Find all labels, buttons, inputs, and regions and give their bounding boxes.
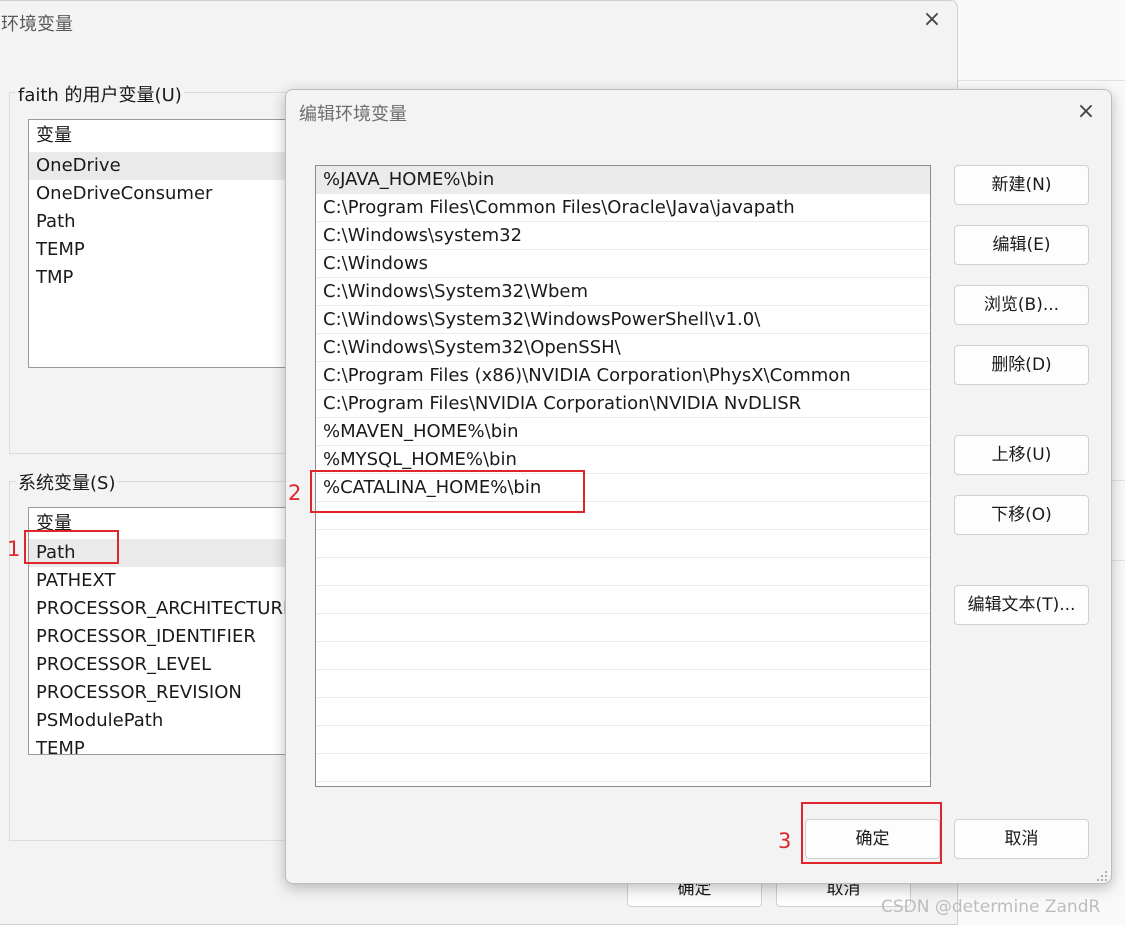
browse-button[interactable]: 浏览(B)... (954, 285, 1089, 325)
list-item[interactable]: OneDrive (29, 152, 302, 180)
user-vars-list[interactable]: 变量 OneDrive OneDriveConsumer Path TEMP T… (28, 119, 303, 368)
empty-path-row[interactable] (316, 642, 930, 670)
resize-grip-icon[interactable] (1096, 870, 1108, 882)
path-entry[interactable]: C:\Program Files\NVIDIA Corporation\NVID… (316, 390, 930, 418)
cancel-button[interactable]: 取消 (954, 819, 1089, 859)
path-entry[interactable]: C:\Windows\System32\OpenSSH\ (316, 334, 930, 362)
empty-path-row[interactable] (316, 530, 930, 558)
empty-path-row[interactable] (316, 726, 930, 754)
system-vars-group-label: 系统变量(S) (16, 469, 118, 495)
close-icon[interactable]: × (1068, 96, 1104, 128)
list-item[interactable]: PROCESSOR_REVISION (29, 679, 302, 707)
annotation-box-1 (24, 530, 119, 564)
path-entry[interactable]: C:\Windows (316, 250, 930, 278)
list-item[interactable]: PATHEXT (29, 567, 302, 595)
annotation-step-3: 3 (778, 829, 792, 853)
dialog-title: 编辑环境变量 (299, 104, 407, 125)
list-item[interactable]: PROCESSOR_IDENTIFIER (29, 623, 302, 651)
move-up-button[interactable]: 上移(U) (954, 435, 1089, 475)
list-item[interactable]: TEMP (29, 735, 302, 754)
path-entry[interactable]: %JAVA_HOME%\bin (316, 166, 930, 194)
list-item[interactable]: TMP (29, 264, 302, 292)
delete-button[interactable]: 删除(D) (954, 345, 1089, 385)
close-icon[interactable]: × (917, 5, 947, 35)
list-header-variable[interactable]: 变量 (29, 120, 302, 152)
empty-path-row[interactable] (316, 586, 930, 614)
path-entry[interactable]: C:\Windows\System32\Wbem (316, 278, 930, 306)
list-item[interactable]: OneDriveConsumer (29, 180, 302, 208)
annotation-box-3 (801, 802, 942, 864)
path-entry[interactable]: %MAVEN_HOME%\bin (316, 418, 930, 446)
list-item[interactable]: TEMP (29, 236, 302, 264)
user-vars-group-label: faith 的用户变量(U) (16, 81, 184, 107)
path-entry[interactable]: C:\Program Files\Common Files\Oracle\Jav… (316, 194, 930, 222)
list-item[interactable]: Path (29, 208, 302, 236)
empty-path-row[interactable] (316, 614, 930, 642)
path-entry[interactable]: C:\Windows\system32 (316, 222, 930, 250)
annotation-step-1: 1 (7, 537, 21, 561)
list-item[interactable]: PROCESSOR_ARCHITECTURE (29, 595, 302, 623)
window-title: 环境变量 (1, 14, 73, 35)
list-item[interactable]: PSModulePath (29, 707, 302, 735)
empty-path-row[interactable] (316, 558, 930, 586)
list-item[interactable]: PROCESSOR_LEVEL (29, 651, 302, 679)
annotation-step-2: 2 (288, 481, 302, 505)
watermark: CSDN @determine ZandR (881, 897, 1101, 917)
edit-text-button[interactable]: 编辑文本(T)... (954, 585, 1089, 625)
edit-button[interactable]: 编辑(E) (954, 225, 1089, 265)
new-button[interactable]: 新建(N) (954, 165, 1089, 205)
annotation-box-2 (310, 470, 585, 513)
empty-path-row[interactable] (316, 754, 930, 782)
empty-path-row[interactable] (316, 670, 930, 698)
move-down-button[interactable]: 下移(O) (954, 495, 1089, 535)
background-divider (958, 80, 1125, 81)
empty-path-row[interactable] (316, 698, 930, 726)
path-entry[interactable]: C:\Windows\System32\WindowsPowerShell\v1… (316, 306, 930, 334)
path-entry[interactable]: C:\Program Files (x86)\NVIDIA Corporatio… (316, 362, 930, 390)
